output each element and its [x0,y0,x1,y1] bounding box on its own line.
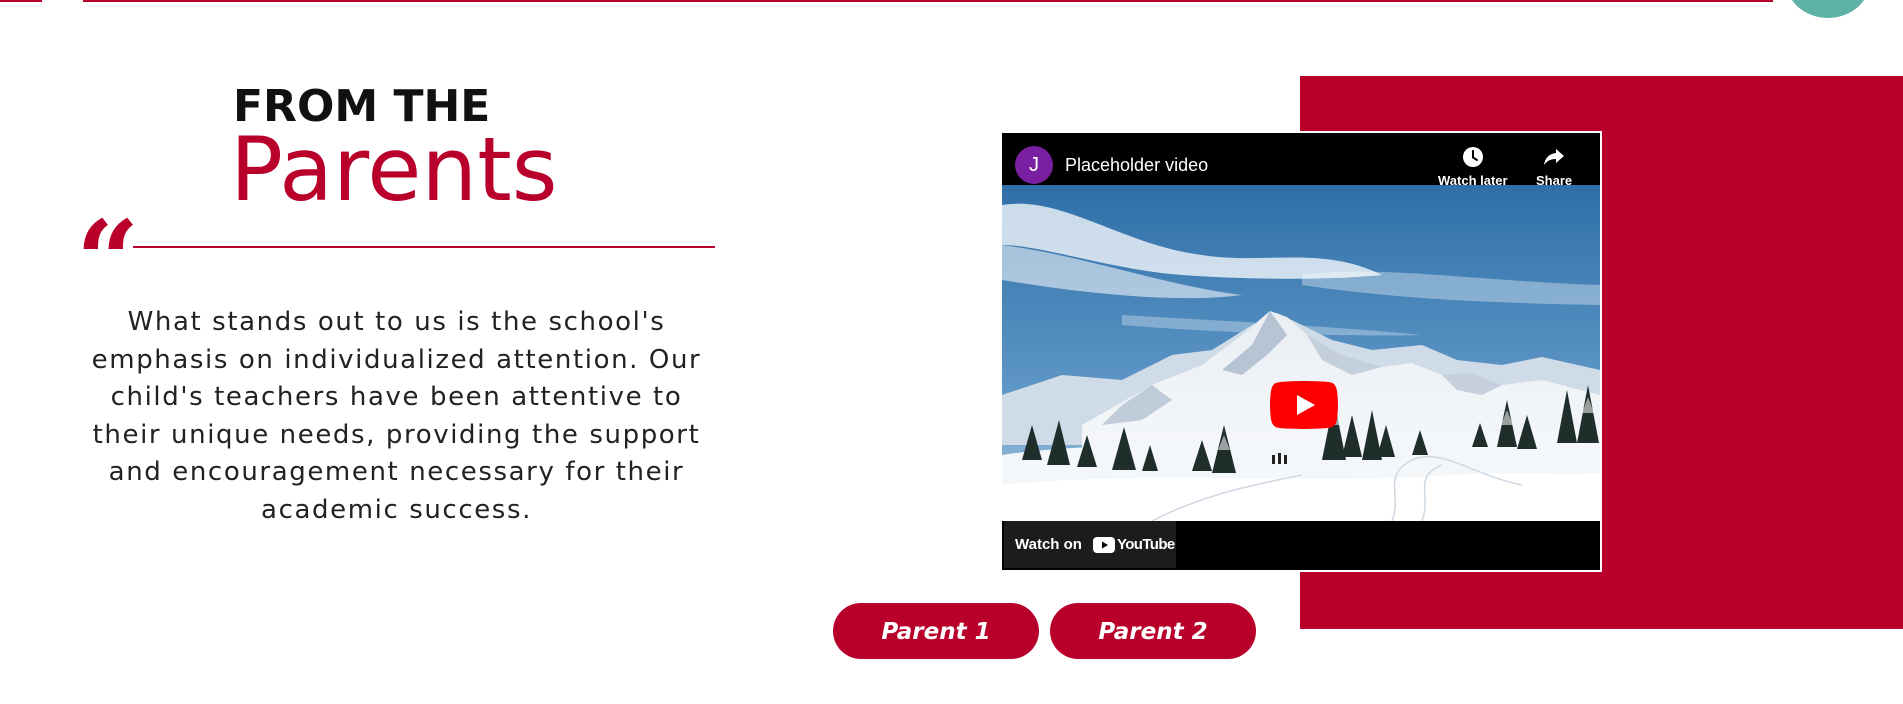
share-arrow-icon [1544,149,1565,165]
top-divider-left [0,0,42,2]
video-header: J Placeholder video Watch later Share [1002,133,1600,188]
youtube-wordmark: YouTube [1116,536,1175,553]
youtube-embed[interactable]: J Placeholder video Watch later Share Wa… [1000,131,1602,572]
video-thumbnail[interactable] [1002,185,1600,521]
clock-icon [1462,147,1483,167]
play-icon[interactable] [1270,381,1338,429]
youtube-play-glyph-icon [1092,536,1115,553]
youtube-logo-icon: YouTube [1092,536,1175,553]
watch-on-youtube-button[interactable]: Watch on YouTube [1004,521,1176,568]
parent-2-button[interactable]: Parent 2 [1050,603,1256,659]
channel-avatar[interactable]: J [1015,146,1053,184]
quote-divider [133,246,715,248]
top-divider [83,0,1773,2]
testimonial-quote: What stands out to us is the school's em… [91,307,702,525]
snowy-mountain-thumbnail [1002,185,1600,521]
floating-action-circle[interactable] [1785,0,1871,18]
video-title[interactable]: Placeholder video [1065,155,1208,176]
video-footer: Watch on YouTube [1002,521,1600,570]
watch-on-label: Watch on [1015,536,1082,553]
quote-icon: “ [76,196,140,325]
parent-1-button[interactable]: Parent 1 [833,603,1039,659]
section-title: Parents [230,118,558,221]
watch-later-button[interactable]: Watch later [1438,145,1508,188]
share-button[interactable]: Share [1536,145,1572,188]
parents-testimonial-section: FROM THE Parents “ What stands out to us… [0,0,1903,704]
